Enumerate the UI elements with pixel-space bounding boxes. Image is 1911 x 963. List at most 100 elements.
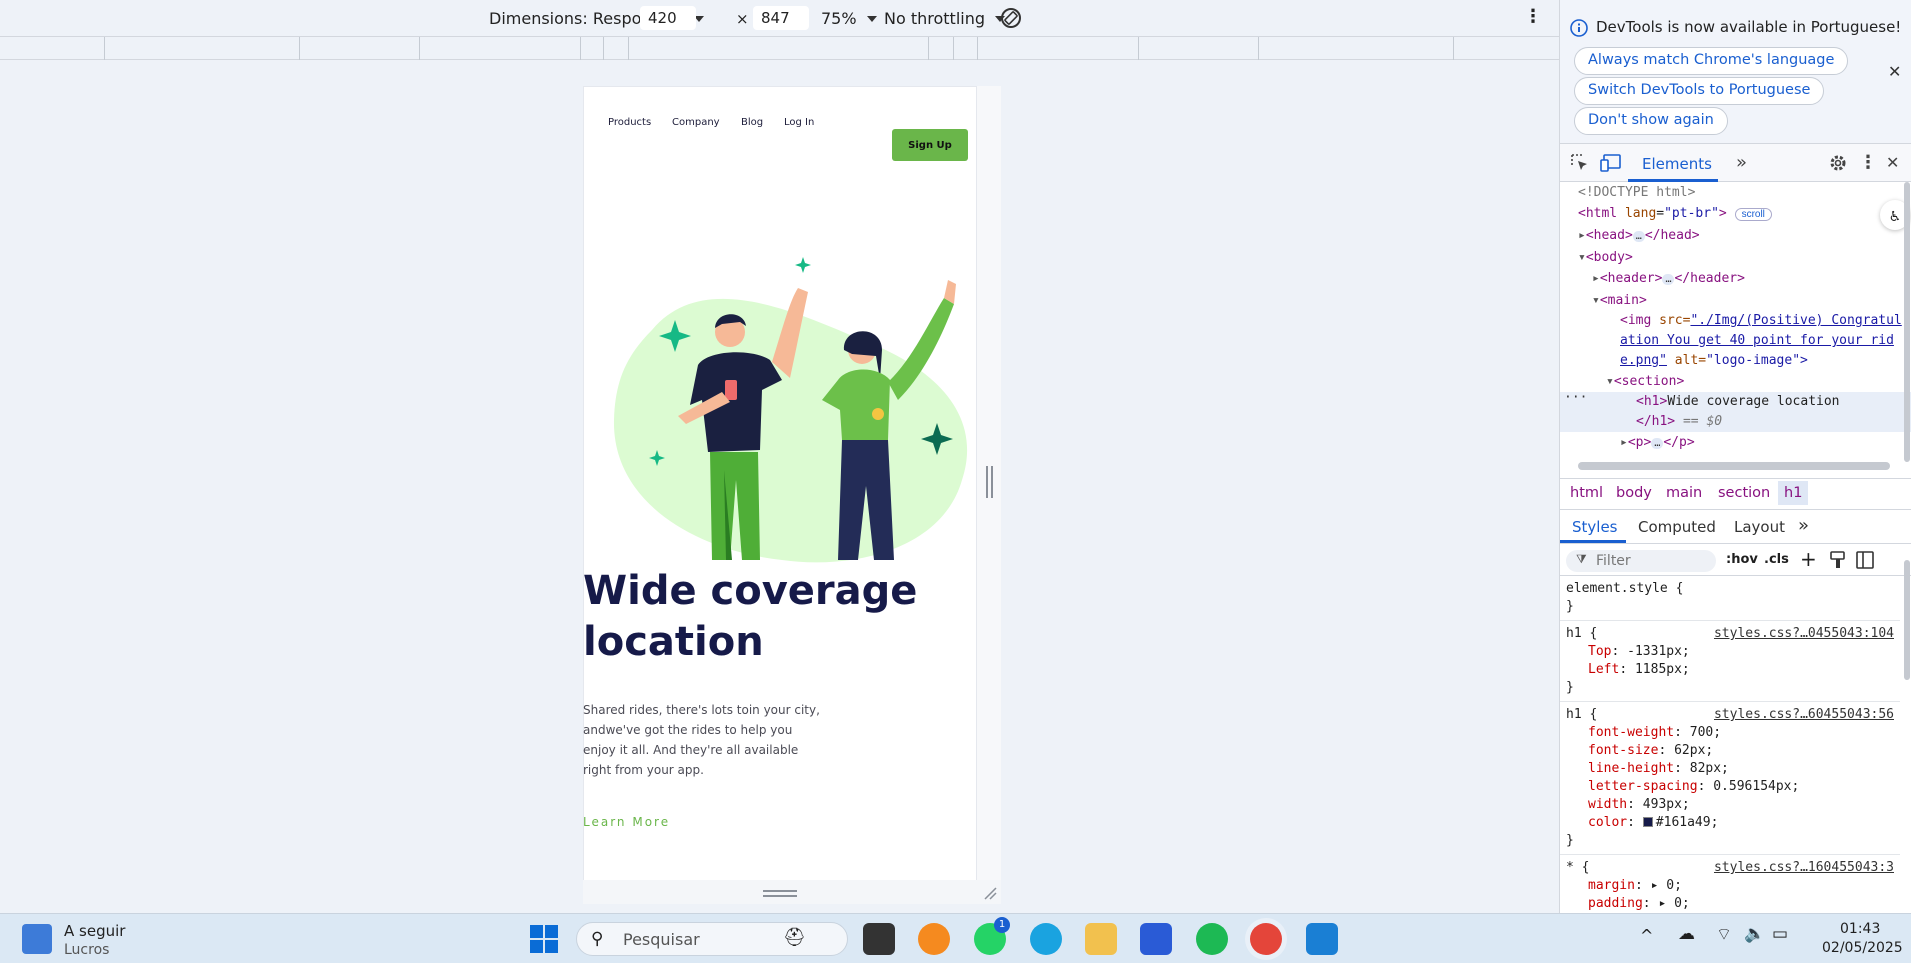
scroll-badge[interactable]: scroll <box>1734 208 1772 221</box>
hov-toggle[interactable]: :hov <box>1726 552 1758 567</box>
cls-toggle[interactable]: .cls <box>1764 552 1789 567</box>
breadcrumb-main[interactable]: main <box>1666 485 1702 501</box>
dom-main[interactable]: ▾<main> <box>1560 290 1911 311</box>
dom-html[interactable]: <html lang="pt-br"> scroll <box>1560 203 1911 225</box>
media-query-ruler[interactable] <box>0 36 1559 60</box>
breadcrumb-body[interactable]: body <box>1616 485 1652 501</box>
file-explorer-icon[interactable] <box>1085 923 1117 955</box>
style-rule[interactable]: * {styles.css?…160455043:3 margin: ▸ 0; pa… <box>1560 855 1900 913</box>
dom-head[interactable]: ▸<head>… </head> <box>1560 225 1911 247</box>
devtools-panel: DevTools is now available in Portuguese!… <box>1559 0 1911 913</box>
task-view-icon[interactable] <box>863 923 895 955</box>
sidebar-toggle-icon[interactable] <box>1856 551 1874 569</box>
close-devtools-icon[interactable]: ✕ <box>1886 153 1899 172</box>
dom-h1-selected[interactable]: ··· <h1>Wide coverage location </h1> == … <box>1560 390 1911 432</box>
volume-icon[interactable]: 🔈 <box>1744 924 1765 944</box>
filter-input[interactable]: ⧩ Filter <box>1566 550 1716 572</box>
paint-brush-icon[interactable] <box>1830 551 1846 569</box>
rule-source-link[interactable]: styles.css?…160455043:3 <box>1714 859 1894 877</box>
close-icon[interactable]: ✕ <box>1888 62 1901 81</box>
clock-date[interactable]: 02/05/2025 <box>1822 940 1903 956</box>
edge-icon[interactable] <box>1030 923 1062 955</box>
color-swatch[interactable] <box>1642 817 1653 827</box>
vscode-icon[interactable] <box>1306 923 1338 955</box>
inspect-element-icon[interactable] <box>1570 153 1590 173</box>
styles-scrollbar[interactable] <box>1904 560 1910 680</box>
clock-time[interactable]: 01:43 <box>1840 921 1880 937</box>
dom-doctype[interactable]: <!DOCTYPE html> <box>1560 182 1911 203</box>
stocks-widget-icon[interactable] <box>22 924 52 954</box>
style-declaration[interactable]: padding: ▸ 0; <box>1566 895 1894 913</box>
ruler-tick <box>628 37 629 60</box>
store-icon[interactable] <box>1140 923 1172 955</box>
dom-img[interactable]: <img src="./Img/(Positive) Congratulatio… <box>1560 311 1911 371</box>
row-actions-icon[interactable]: ··· <box>1564 388 1587 408</box>
tab-layout[interactable]: Layout <box>1734 518 1785 536</box>
resize-handle-bottom[interactable] <box>763 890 797 897</box>
height-input[interactable]: 847 <box>753 6 809 30</box>
more-tabs-icon[interactable]: » <box>1736 152 1747 173</box>
rule-source-link[interactable]: styles.css?…0455043:104 <box>1714 625 1894 643</box>
new-rule-icon[interactable]: + <box>1800 547 1817 571</box>
resize-corner-icon[interactable] <box>983 886 997 900</box>
throttling-dropdown[interactable]: No throttling <box>884 9 1006 28</box>
tab-elements[interactable]: Elements <box>1628 144 1718 182</box>
settings-gear-icon[interactable] <box>1828 153 1848 173</box>
style-declaration[interactable]: color: #161a49; <box>1566 814 1894 832</box>
dom-section[interactable]: ▾<section> <box>1560 371 1911 392</box>
style-declaration[interactable]: width: 493px; <box>1566 796 1894 814</box>
style-declaration[interactable]: margin: ▸ 0; <box>1566 877 1894 895</box>
taskbar-search[interactable]: ⚲ Pesquisar ⛑ <box>576 922 848 956</box>
more-tabs-icon[interactable]: » <box>1798 515 1809 536</box>
nav-login[interactable]: Log In <box>784 117 814 128</box>
ruler-tick <box>104 37 105 60</box>
switch-portuguese-button[interactable]: Switch DevTools to Portuguese <box>1574 77 1825 105</box>
firefox-icon[interactable] <box>918 923 950 955</box>
start-windows-icon[interactable] <box>528 923 560 955</box>
dont-show-again-button[interactable]: Don't show again <box>1574 107 1728 135</box>
style-rule[interactable]: h1 {styles.css?…0455043:104 Top: -1331px;… <box>1560 621 1900 702</box>
style-declaration[interactable]: font-size: 62px; <box>1566 742 1894 760</box>
more-vert-icon[interactable]: ⋮ <box>1859 152 1877 173</box>
tab-computed[interactable]: Computed <box>1638 518 1716 536</box>
battery-icon[interactable]: ▭ <box>1772 924 1788 944</box>
style-declaration[interactable]: font-weight: 700; <box>1566 724 1894 742</box>
zoom-label: 75% <box>821 9 857 28</box>
learn-more-link[interactable]: Learn More <box>583 815 670 829</box>
rule-source-link[interactable]: styles.css?…60455043:56 <box>1714 706 1894 724</box>
style-declaration[interactable]: letter-spacing: 0.596154px; <box>1566 778 1894 796</box>
dom-p[interactable]: ▸<p>… </p> <box>1560 432 1911 454</box>
style-rule[interactable]: h1 {styles.css?…60455043:56 font-weight: … <box>1560 702 1900 855</box>
dom-header[interactable]: ▸<header>… </header> <box>1560 268 1911 290</box>
widget-title[interactable]: A seguir <box>64 922 125 940</box>
resize-handle-right[interactable] <box>986 466 993 498</box>
chrome-icon[interactable] <box>1250 923 1282 955</box>
style-declaration[interactable]: Left: 1185px; <box>1566 661 1894 679</box>
rotate-icon[interactable] <box>999 6 1023 30</box>
style-rule[interactable]: element.style {} <box>1560 576 1900 621</box>
horizontal-scrollbar[interactable] <box>1578 462 1890 470</box>
width-input[interactable]: 420 <box>640 6 696 30</box>
device-toolbar-toggle-icon[interactable] <box>1600 153 1622 173</box>
whatsapp-icon[interactable]: 1 <box>974 917 1010 955</box>
spotify-icon[interactable] <box>1196 923 1228 955</box>
more-options-icon[interactable]: ⋮ <box>1524 6 1542 27</box>
dom-body[interactable]: ▾<body> <box>1560 247 1911 268</box>
breadcrumb-section[interactable]: section <box>1718 485 1770 501</box>
breadcrumb-html[interactable]: html <box>1570 485 1603 501</box>
rule-selector: element.style { <box>1566 581 1684 596</box>
nav-company[interactable]: Company <box>672 117 720 128</box>
tab-styles[interactable]: Styles <box>1572 518 1618 536</box>
dom-scrollbar[interactable] <box>1904 182 1910 462</box>
nav-blog[interactable]: Blog <box>741 117 763 128</box>
style-declaration[interactable]: Top: -1331px; <box>1566 643 1894 661</box>
style-declaration[interactable]: line-height: 82px; <box>1566 760 1894 778</box>
wifi-icon[interactable]: ⌔ <box>1716 924 1732 945</box>
breadcrumb-h1[interactable]: h1 <box>1778 481 1809 505</box>
match-language-button[interactable]: Always match Chrome's language <box>1574 47 1849 75</box>
nav-products[interactable]: Products <box>608 117 651 128</box>
signup-button[interactable]: Sign Up <box>892 129 968 161</box>
zoom-dropdown[interactable]: 75% <box>821 9 877 28</box>
chevron-up-icon[interactable]: ^ <box>1640 926 1653 945</box>
onedrive-icon[interactable]: ☁ <box>1678 924 1695 944</box>
